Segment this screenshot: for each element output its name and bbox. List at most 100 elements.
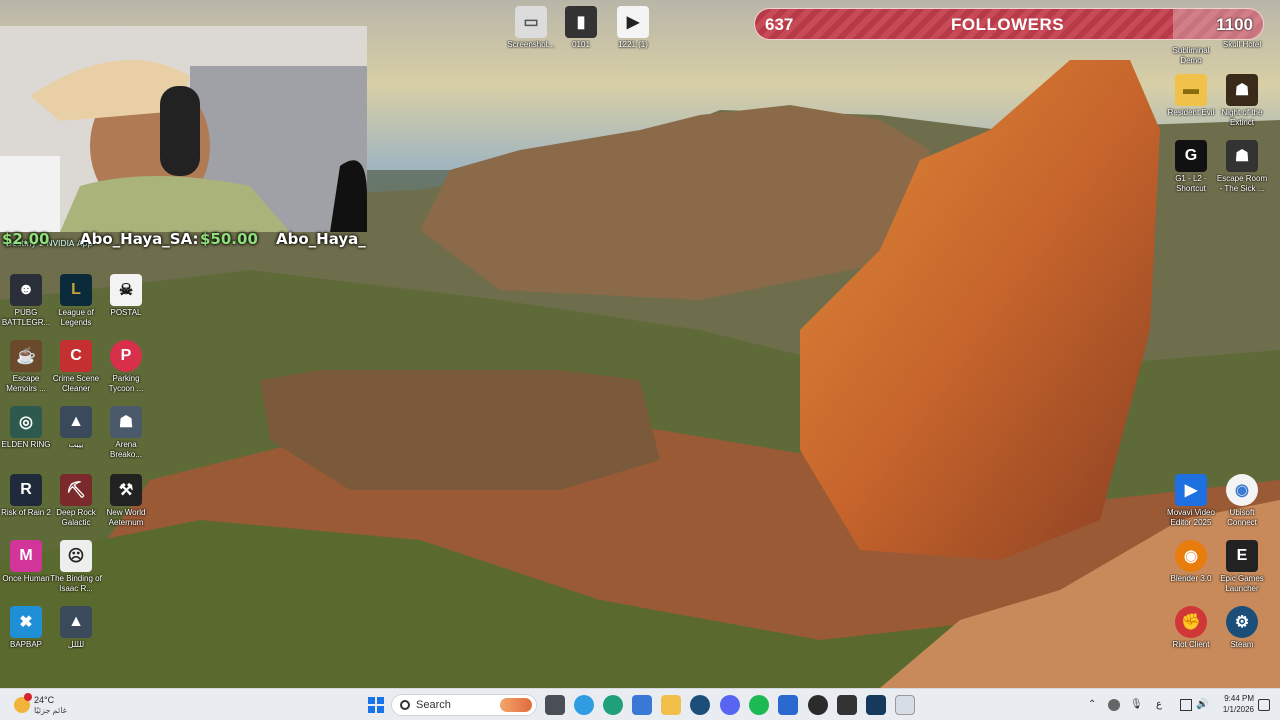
league-of-legends-icon: L <box>60 274 92 306</box>
elden-ring-icon: ◎ <box>10 406 42 438</box>
night-of-extinct-icon: ☗ <box>1226 74 1258 106</box>
riot-client-icon: ✊ <box>1175 606 1207 638</box>
desktop-icon-once-human[interactable]: M Once Human <box>0 540 52 600</box>
desktop-icon-night-of-extinct[interactable]: ☗ Night of the Extinct <box>1216 74 1268 134</box>
notepad-icon[interactable] <box>895 695 915 715</box>
escape-memoirs-icon: ☕ <box>10 340 42 372</box>
desktop-icon-crime-scene-cleaner[interactable]: C Crime Scene Cleaner <box>50 340 102 400</box>
obs-icon[interactable] <box>808 695 828 715</box>
desktop-icon-1221[interactable]: ▶ 1221 (1) <box>607 6 659 66</box>
language-indicator[interactable]: ع <box>1156 699 1168 711</box>
cloud-icon[interactable] <box>1108 699 1120 711</box>
donation-alert: Destiny 2 NVIDIA App $2.00 Abo_Haya_SA: … <box>0 230 380 250</box>
desktop-icon-game-arabic-1[interactable]: ▲ بيبب <box>50 406 102 466</box>
desktop-icon-ubisoft-connect[interactable]: ◉ Ubisoft Connect <box>1216 474 1268 534</box>
desktop-icon-game-arabic-2[interactable]: ▲ للللل <box>50 606 102 666</box>
desktop-icon-resident-evil[interactable]: ▬ Resident Evil <box>1165 74 1217 134</box>
followers-goal-count: 1100 <box>1216 15 1253 34</box>
notification-icon[interactable] <box>1258 699 1270 711</box>
desktop-icon-g-hub[interactable]: G G1 - L2 - Shortcut <box>1165 140 1217 200</box>
crime-scene-cleaner-icon: C <box>60 340 92 372</box>
weather-desc: غائم جزئيًا <box>34 706 67 715</box>
desktop-icon-bapbap[interactable]: ✖ BAPBAP <box>0 606 52 666</box>
start-button[interactable] <box>366 695 386 715</box>
donation-prefix: $2.00 <box>2 230 50 248</box>
followers-current-count: 637 <box>765 15 794 34</box>
taskbar-clock[interactable]: 9:44 PM 1/1/2026 <box>1208 693 1254 715</box>
desktop-icon-screenshot[interactable]: ▭ Screenshot... <box>505 6 557 66</box>
desktop-icon-escape-room[interactable]: ☗ Escape Room - The Sick ... <box>1216 140 1268 200</box>
desktop-icon-movavi[interactable]: ▶ Movavi Video Editor 2025 <box>1165 474 1217 534</box>
blender-icon: ◉ <box>1175 540 1207 572</box>
search-icon <box>400 700 410 710</box>
parking-tycoon-icon: P <box>110 340 142 372</box>
terminal-icon[interactable] <box>837 695 857 715</box>
desktop-icon-postal[interactable]: ☠ POSTAL <box>100 274 152 334</box>
movavi-icon: ▶ <box>1175 474 1207 506</box>
chevron-up-icon[interactable]: ⌃ <box>1088 699 1100 711</box>
clock-date: 1/1/2026 <box>1222 705 1254 714</box>
search-highlight-icon <box>500 698 532 712</box>
bapbap-icon: ✖ <box>10 606 42 638</box>
desktop-icon-0101[interactable]: ▮ 0101 <box>555 6 607 66</box>
spotify-icon[interactable] <box>749 695 769 715</box>
streamer-photo <box>0 26 367 232</box>
donation-amount: $50.00 <box>200 230 258 248</box>
notification-badge <box>24 693 32 701</box>
desktop-icon-league-of-legends[interactable]: L League of Legends <box>50 274 102 334</box>
deep-rock-galactic-icon: ⛏ <box>60 474 92 506</box>
binding-of-isaac-icon: ☹ <box>60 540 92 572</box>
donation-user-repeat: Abo_Haya_ <box>276 230 366 248</box>
windows-icon <box>368 697 384 713</box>
game-icon: ▲ <box>60 606 92 638</box>
microphone-icon[interactable]: 🎙 <box>1130 699 1143 711</box>
game-icon: ▲ <box>60 406 92 438</box>
desktop-icon-deep-rock-galactic[interactable]: ⛏ Deep Rock Galactic <box>50 474 102 534</box>
desktop-icon-epic-games[interactable]: E Epic Games Launcher <box>1216 540 1268 600</box>
taskbar-search[interactable]: Search <box>391 694 537 716</box>
steam-taskbar-icon[interactable] <box>690 695 710 715</box>
task-view-button[interactable] <box>545 695 565 715</box>
search-placeholder: Search <box>416 699 451 711</box>
desktop-icon-elden-ring[interactable]: ◎ ELDEN RING <box>0 406 52 466</box>
followers-label: FOLLOWERS <box>951 15 1065 34</box>
volume-icon[interactable]: 🔊 <box>1196 699 1208 711</box>
risk-of-rain-icon: R <box>10 474 42 506</box>
network-icon[interactable] <box>1180 699 1192 711</box>
desktop-icon-new-world[interactable]: ⚒ New World Aeternum <box>100 474 152 534</box>
desktop-icon-pubg[interactable]: ☻ PUBG BATTLEGR... <box>0 274 52 334</box>
desktop-icon-riot-client[interactable]: ✊ Riot Client <box>1165 606 1217 666</box>
postal-icon: ☠ <box>110 274 142 306</box>
epic-games-icon: E <box>1226 540 1258 572</box>
file-explorer-icon[interactable] <box>661 695 681 715</box>
desktop-icon-blender[interactable]: ◉ Blender 3.0 <box>1165 540 1217 600</box>
g-hub-icon: G <box>1175 140 1207 172</box>
desktop-icon-steam[interactable]: ⚙ Steam <box>1216 606 1268 666</box>
ubisoft-connect-icon: ◉ <box>1226 474 1258 506</box>
pubg-icon: ☻ <box>10 274 42 306</box>
steam-icon: ⚙ <box>1226 606 1258 638</box>
video-file-icon: ▶ <box>617 6 649 38</box>
clock-time: 9:44 PM <box>1224 694 1254 703</box>
taskbar: 24°C غائم جزئيًا Search ⌃ 🎙 ع 🔊 9:44 PM … <box>0 688 1280 720</box>
escape-room-icon: ☗ <box>1226 140 1258 172</box>
arena-breakout-icon: ☗ <box>110 406 142 438</box>
desktop-icon-escape-memoirs[interactable]: ☕ Escape Memoirs ... <box>0 340 52 400</box>
followers-goal-bar: 637 FOLLOWERS 1100 <box>754 8 1264 40</box>
once-human-icon: M <box>10 540 42 572</box>
screenshot-file-icon: ▭ <box>515 6 547 38</box>
steam-client-icon[interactable] <box>866 695 886 715</box>
desktop-icon-risk-of-rain[interactable]: R Risk of Rain 2 <box>0 474 52 534</box>
new-world-icon: ⚒ <box>110 474 142 506</box>
browser-icon[interactable] <box>574 695 594 715</box>
weather-widget[interactable]: 24°C غائم جزئيًا <box>10 693 90 719</box>
store-icon[interactable] <box>632 695 652 715</box>
folder-icon: ▬ <box>1175 74 1207 106</box>
edge-icon[interactable] <box>603 695 623 715</box>
discord-icon[interactable] <box>720 695 740 715</box>
donation-user: Abo_Haya_SA: <box>80 230 199 248</box>
desktop-icon-binding-of-isaac[interactable]: ☹ The Binding of Isaac R... <box>50 540 102 600</box>
desktop-icon-parking-tycoon[interactable]: P Parking Tycoon ... <box>100 340 152 400</box>
desktop-icon-arena-breakout[interactable]: ☗ Arena Breako... <box>100 406 152 466</box>
app-icon[interactable] <box>778 695 798 715</box>
